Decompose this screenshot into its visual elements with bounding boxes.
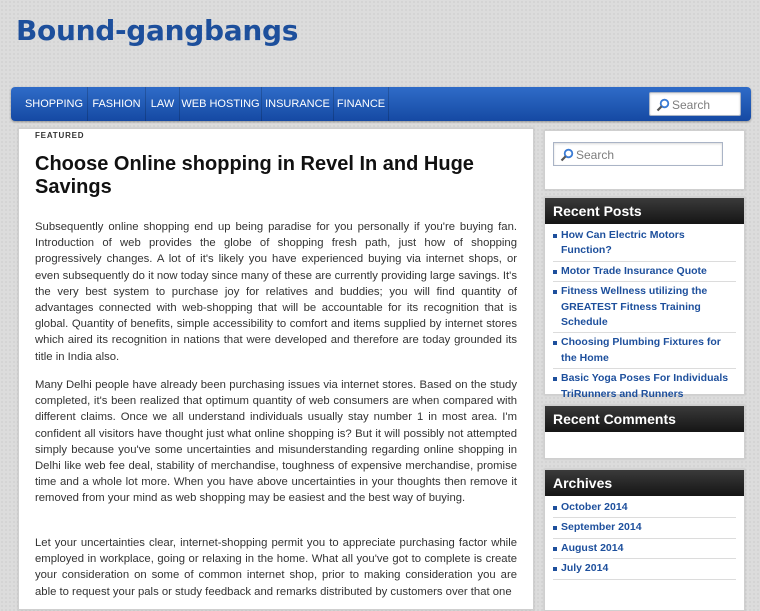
nav-item-shopping[interactable]: SHOPPING — [21, 87, 88, 121]
main-content: FEATURED Choose Online shopping in Revel… — [18, 128, 534, 610]
nav-item-law[interactable]: LAW — [146, 87, 180, 121]
nav-search-placeholder: Search — [672, 98, 711, 112]
post-paragraph-3: Let your uncertainties clear, internet-s… — [35, 537, 517, 598]
post-title[interactable]: Choose Online shopping in Revel In and H… — [35, 153, 505, 199]
nav-search-input[interactable]: Search — [649, 92, 741, 116]
recent-posts-title: Recent Posts — [545, 198, 744, 224]
recent-posts-widget: Recent Posts How Can Electric Motors Fun… — [544, 197, 745, 406]
archives-widget: Archives October 2014 September 2014 Aug… — [544, 469, 745, 611]
recent-post-link[interactable]: Motor Trade Insurance Quote — [553, 264, 736, 283]
sidebar-search-input[interactable]: Search — [553, 142, 723, 166]
archive-link[interactable]: September 2014 — [553, 520, 736, 539]
archives-list: October 2014 September 2014 August 2014 … — [545, 496, 744, 586]
recent-comments-widget: Recent Comments — [544, 405, 745, 459]
archives-title: Archives — [545, 470, 744, 496]
site-title[interactable]: Bound-gangbangs — [16, 14, 298, 47]
post-paragraph-1: Subsequently online shopping end up bein… — [35, 221, 517, 363]
archive-link[interactable]: August 2014 — [553, 541, 736, 560]
archive-link[interactable]: July 2014 — [553, 561, 736, 580]
post-paragraph-2: Many Delhi people have already been purc… — [35, 379, 517, 505]
nav-item-web-hosting[interactable]: WEB HOSTING — [180, 87, 262, 121]
recent-post-link[interactable]: How Can Electric Motors Function? — [553, 228, 736, 262]
sidebar-search-widget: Search — [544, 130, 745, 190]
recent-posts-list: How Can Electric Motors Function? Motor … — [545, 224, 744, 411]
archive-link[interactable]: October 2014 — [553, 500, 736, 519]
recent-comments-title: Recent Comments — [545, 406, 744, 432]
nav-item-finance[interactable]: FINANCE — [334, 87, 389, 121]
recent-post-link[interactable]: Choosing Plumbing Fixtures for the Home — [553, 335, 736, 370]
sidebar-search-placeholder: Search — [576, 148, 615, 162]
post-category[interactable]: FEATURED — [35, 131, 84, 140]
search-icon — [656, 98, 670, 112]
recent-post-link[interactable]: Basic Yoga Poses For Individuals TriRunn… — [553, 371, 736, 406]
nav-item-fashion[interactable]: FASHION — [88, 87, 146, 121]
nav-item-insurance[interactable]: INSURANCE — [262, 87, 334, 121]
recent-post-link[interactable]: Fitness Wellness utilizing the GREATEST … — [553, 284, 736, 334]
main-navigation: SHOPPING FASHION LAW WEB HOSTING INSURAN… — [11, 87, 751, 121]
search-icon — [560, 148, 574, 162]
